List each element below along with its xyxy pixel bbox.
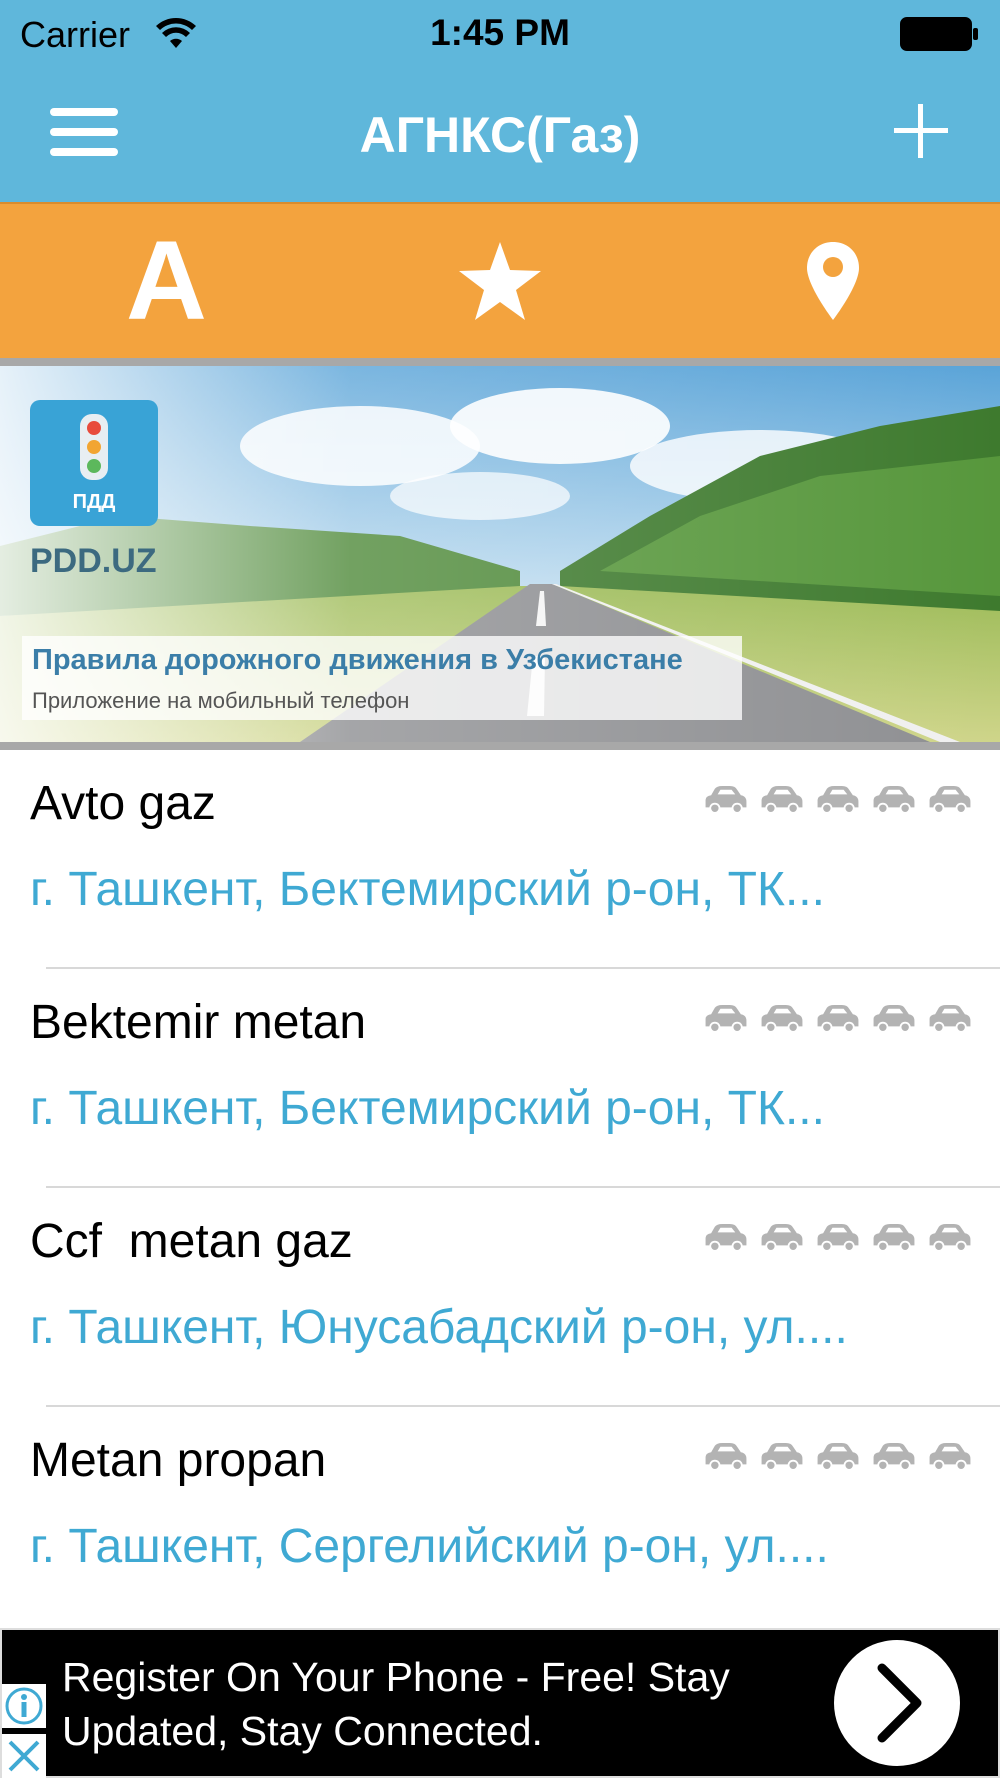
favorites-button[interactable]	[333, 204, 666, 358]
station-address: г. Ташкент, Сергелийский р-он, ул....	[30, 1520, 829, 1573]
car-icon	[929, 1443, 971, 1471]
car-icon	[929, 786, 971, 814]
status-bar: Carrier 1:45 PM	[0, 0, 1000, 68]
car-icon	[705, 786, 747, 814]
car-icon	[873, 1443, 915, 1471]
sort-alphabetical-button[interactable]: A	[0, 204, 333, 358]
car-rating	[700, 782, 976, 816]
car-icon	[705, 1005, 747, 1033]
banner-brand: PDD.UZ	[30, 542, 157, 580]
car-icon	[873, 1224, 915, 1252]
car-icon	[929, 1005, 971, 1033]
list-item[interactable]: Ccf metan gaz г. Ташкент, Юнусабадский р…	[0, 1188, 1000, 1407]
nearby-location-button[interactable]	[666, 204, 999, 358]
page-title: АГНКС(Газ)	[359, 107, 641, 163]
station-list: Avto gaz г. Ташкент, Бектемирский р-он, …	[0, 750, 1000, 1626]
car-icon	[873, 1005, 915, 1033]
car-icon	[761, 1005, 803, 1033]
pdd-logo: ПДД	[30, 400, 158, 526]
car-icon	[761, 1224, 803, 1252]
car-icon	[761, 786, 803, 814]
map-pin-icon	[806, 242, 859, 320]
car-icon	[873, 786, 915, 814]
car-rating	[700, 1439, 976, 1473]
chevron-right-icon[interactable]	[834, 1640, 960, 1766]
station-address: г. Ташкент, Юнусабадский р-он, ул....	[30, 1301, 848, 1354]
station-name: Bektemir metan	[30, 996, 367, 1049]
alphabet-icon: A	[126, 218, 207, 343]
car-icon	[817, 1443, 859, 1471]
banner-caption: Правила дорожного движения в Узбекистане…	[22, 636, 742, 720]
star-icon	[458, 242, 541, 320]
station-name: Metan propan	[30, 1434, 327, 1487]
traffic-light-icon	[80, 414, 108, 480]
banner-title: Правила дорожного движения в Узбекистане	[32, 644, 683, 676]
ad-text: Register On Your Phone - Free! Stay Upda…	[62, 1654, 730, 1754]
car-icon	[705, 1224, 747, 1252]
car-icon	[817, 786, 859, 814]
pdd-logo-label: ПДД	[72, 491, 116, 513]
car-icon	[817, 1224, 859, 1252]
separator	[0, 358, 1000, 366]
station-name: Ccf metan gaz	[30, 1215, 353, 1268]
car-icon	[929, 1224, 971, 1252]
filter-tab-bar: A	[0, 202, 1000, 358]
navigation-bar: АГНКС(Газ)	[0, 68, 1000, 202]
car-icon	[817, 1005, 859, 1033]
list-item[interactable]: Bektemir metan г. Ташкент, Бектемирский …	[0, 969, 1000, 1188]
separator	[0, 742, 1000, 750]
status-time: 1:45 PM	[430, 12, 570, 53]
promo-banner[interactable]: ПДД PDD.UZ Правила дорожного движения в …	[0, 366, 1000, 742]
station-address: г. Ташкент, Бектемирский р-он, ТК...	[30, 863, 825, 916]
list-item[interactable]: Metan propan г. Ташкент, Сергелийский р-…	[0, 1407, 1000, 1626]
car-icon	[705, 1443, 747, 1471]
close-icon[interactable]	[2, 1734, 46, 1778]
car-rating	[700, 1001, 976, 1035]
car-rating	[700, 1220, 976, 1254]
list-item[interactable]: Avto gaz г. Ташкент, Бектемирский р-он, …	[0, 750, 1000, 969]
station-address: г. Ташкент, Бектемирский р-он, ТК...	[30, 1082, 825, 1135]
banner-subtitle: Приложение на мобильный телефон	[32, 688, 410, 713]
car-icon	[761, 1443, 803, 1471]
ad-banner[interactable]: Register On Your Phone - Free! Stay Upda…	[0, 1628, 1000, 1778]
station-name: Avto gaz	[30, 777, 216, 830]
plus-icon[interactable]	[890, 100, 952, 162]
battery-full-icon	[900, 17, 978, 51]
info-icon[interactable]	[2, 1684, 46, 1728]
